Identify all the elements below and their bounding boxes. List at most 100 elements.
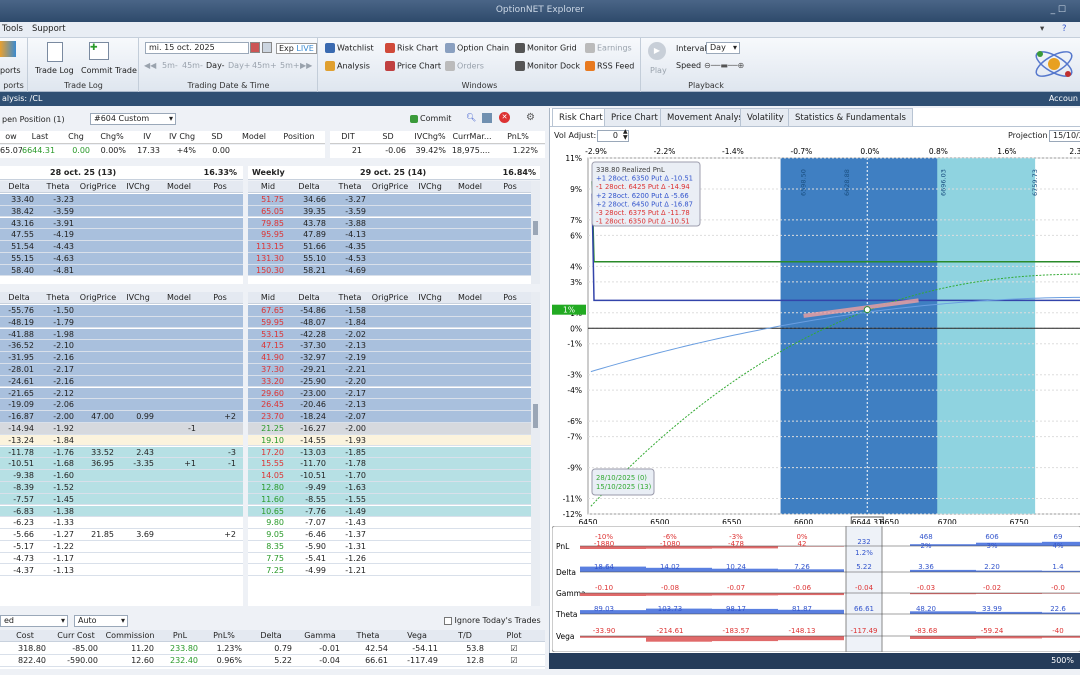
table-row[interactable]: -10.51 -1.68 36.95 -3.35 +1 -1 [0,458,243,470]
table-row[interactable]: 10.65 -7.76 -1.49 [248,505,531,518]
table-row[interactable]: 67.65 -54.86 -1.58 [248,305,531,317]
grid-col-header[interactable]: IVChg [118,293,158,302]
table-row[interactable]: -31.95 -2.16 [0,352,243,364]
table-row[interactable]: -41.88 -1.98 [0,328,243,341]
ribbon-collapse-icon[interactable]: ▾ [1040,24,1044,34]
table-row[interactable]: 37.30 -29.21 -2.21 [248,364,531,376]
spinner-icon[interactable]: ▲ ▼ [623,129,628,141]
greeks-chart[interactable]: PnLDeltaGammaThetaVega-10% -6% -3% 0%2321.2… [552,526,1080,652]
gear-icon[interactable]: ⚙ [526,112,535,123]
table-row[interactable]: 9.80 -7.07 -1.43 [248,517,531,529]
commit-trade-button[interactable]: Commit Trade [81,66,137,75]
calls-grid-right[interactable]: Mid Delta Theta OrigPrice IVChg Model Pos 51.75… [248,181,531,284]
trades-col-header[interactable]: PnL [158,631,202,640]
grid-col-header[interactable]: OrigPrice [370,182,410,191]
trades-col-header[interactable]: Theta [344,631,392,640]
table-row[interactable]: -55.76 -1.50 [0,305,243,317]
tab-statistics-fundamentals[interactable]: Statistics & Fundamentals [788,108,913,126]
puts-grid-left[interactable]: Delta Theta OrigPrice IVChg Model Pos -55.76 -1… [0,292,243,606]
table-row[interactable]: 47.15 -37.30 -2.13 [248,340,531,352]
table-row[interactable]: 33.20 -25.90 -2.20 [248,375,531,388]
trades-row[interactable]: 318.80 -85.00 11.20 233.80 1.23% 0.79 -0.01 42.… [0,643,545,655]
step-45m-fwd[interactable]: 45m+ [252,61,277,70]
table-row[interactable]: -16.87 -2.00 47.00 0.99 +2 [0,411,243,423]
table-row[interactable]: 19.10 -14.55 -1.93 [248,434,531,447]
table-row[interactable]: 21.25 -16.27 -2.00 [248,423,531,435]
grid-col-header[interactable]: Pos [200,293,240,302]
trades-col-header[interactable]: Plot [488,631,540,640]
orders-button[interactable]: Orders [445,61,484,71]
table-row[interactable]: -4.37 -1.13 [0,564,243,577]
table-row[interactable]: -7.57 -1.45 [0,493,243,506]
position-select[interactable]: #604 Custom ▾ [90,113,176,125]
plot-checkbox[interactable]: ☑ [488,655,540,667]
table-row[interactable]: -4.73 -1.17 [0,552,243,565]
grid-col-header[interactable]: Mid [248,182,288,191]
trades-col-header[interactable]: Gamma [296,631,344,640]
trade-log-button[interactable]: Trade Log [35,66,74,75]
trades-col-header[interactable]: Commission [102,631,158,640]
help-icon[interactable]: ? [1062,24,1067,34]
table-row[interactable]: -6.83 -1.38 [0,505,243,518]
earnings-button[interactable]: Earnings [585,43,632,53]
grid-col-header[interactable]: Mid [248,293,288,302]
interval-select[interactable]: Day ▾ [706,42,740,54]
grid-col-header[interactable]: Delta [288,293,330,302]
trades-table[interactable]: Cost Curr Cost Commission PnL PnL% Delta Gamma… [0,630,545,669]
plot-checkbox[interactable]: ☑ [488,643,540,655]
grid-col-header[interactable]: Delta [0,182,38,191]
trades-col-header[interactable]: Delta [246,631,296,640]
commit-button[interactable]: Commit [410,114,451,123]
step-day-fwd[interactable]: Day+ [228,61,251,70]
grid-col-header[interactable]: Model [158,293,200,302]
table-row[interactable]: 9.05 -6.46 -1.37 [248,529,531,541]
reports-button[interactable]: ports [0,66,21,75]
table-row[interactable]: -8.39 -1.52 [0,482,243,494]
table-row[interactable]: -21.65 -2.12 [0,387,243,400]
grid-col-header[interactable]: IVChg [118,182,158,191]
table-row[interactable]: -28.01 -2.17 [0,364,243,376]
table-row[interactable]: 7.75 -5.41 -1.26 [248,552,531,565]
table-row[interactable]: 15.55 -11.70 -1.78 [248,458,531,470]
grid-col-header[interactable]: Theta [38,293,78,302]
grid-col-header[interactable]: IVChg [410,293,450,302]
puts-scrollbar[interactable] [531,292,540,606]
filter-select[interactable]: ed ▾ [0,615,68,627]
menu-support[interactable]: Support [32,24,66,34]
table-row[interactable]: 95.95 47.89 -4.13 [248,229,531,241]
table-row[interactable]: -11.78 -1.76 33.52 2.43 -3 [0,446,243,459]
risk-chart-button[interactable]: Risk Chart [385,43,438,53]
reports-icon[interactable] [0,41,16,57]
puts-grid-right[interactable]: Mid Delta Theta OrigPrice IVChg Model Pos 67.65… [248,292,531,606]
tab-price-chart[interactable]: Price Chart [604,108,665,126]
trades-row[interactable]: 822.40 -590.00 12.60 232.40 0.96% 5.22 -0.04 66… [0,655,545,667]
exp-button[interactable]: Exp LIVE [276,43,317,54]
speed-slider[interactable]: ⊖──▬──⊕ [704,61,744,70]
play-button[interactable]: Play [650,66,667,75]
grid-col-header[interactable]: OrigPrice [78,182,118,191]
menu-tools[interactable]: Tools [2,24,23,34]
table-row[interactable]: 7.25 -4.99 -1.21 [248,564,531,577]
ignore-today-checkbox[interactable]: Ignore Today's Trades [444,616,541,625]
grid-col-header[interactable]: Theta [330,182,370,191]
table-row[interactable]: 53.15 -42.28 -2.02 [248,328,531,341]
step-day-back[interactable]: Day- [206,61,225,70]
table-row[interactable]: 23.70 -18.24 -2.07 [248,411,531,423]
table-row[interactable]: -14.94 -1.92 -1 [0,423,243,435]
table-row[interactable]: 17.20 -13.03 -1.85 [248,446,531,459]
close-icon[interactable]: ✕ [499,112,510,123]
table-row[interactable]: -36.52 -2.10 [0,340,243,352]
table-row[interactable]: 12.80 -9.49 -1.63 [248,482,531,494]
calls-grid-left[interactable]: Delta Theta OrigPrice IVChg Model Pos 33.40 -3.… [0,181,243,284]
table-row[interactable]: 150.30 58.21 -4.69 [248,264,531,277]
table-row[interactable]: 58.40 -4.81 [0,264,243,277]
step-back-icon[interactable]: ◀◀ [144,61,156,70]
table-row[interactable]: 38.42 -3.59 [0,205,243,218]
table-row[interactable]: 59.95 -48.07 -1.84 [248,316,531,329]
grid-col-header[interactable]: Pos [490,182,530,191]
projection-input[interactable]: 15/10/2 [1049,130,1080,142]
watchlist-button[interactable]: Watchlist [325,43,374,53]
grid-col-header[interactable]: Delta [0,293,38,302]
grid-col-header[interactable]: Pos [490,293,530,302]
step-5m-fwd[interactable]: 5m+ [280,61,300,70]
